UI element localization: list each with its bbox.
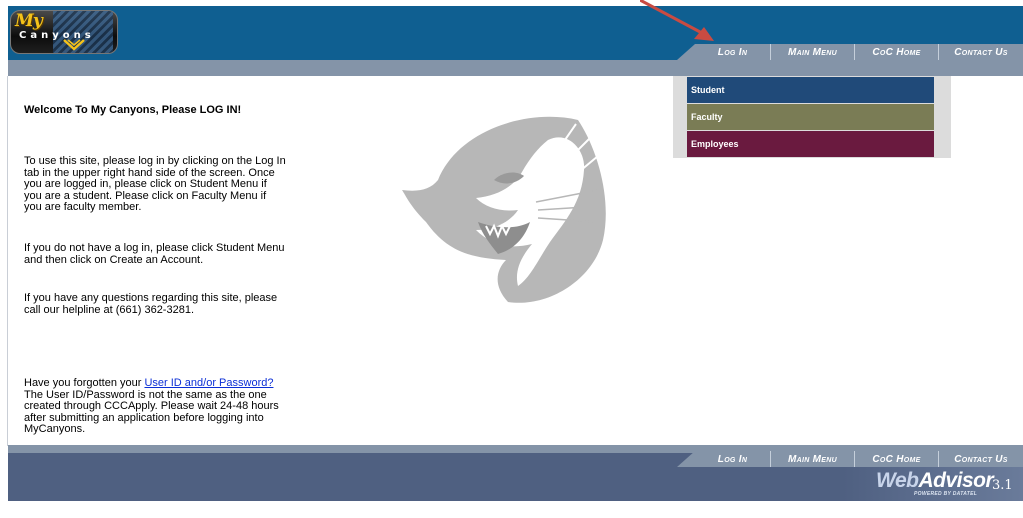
nav-slant-decoration: [677, 451, 695, 467]
no-login-paragraph: If you do not have a log in, please clic…: [24, 242, 285, 266]
annotation-arrow-icon: [640, 0, 714, 41]
welcome-heading: Welcome To My Canyons, Please LOG IN!: [24, 104, 242, 116]
footer-tab-log-in[interactable]: Log In: [695, 451, 770, 467]
page: My Canyons Log In Main Menu CoC Home Con…: [0, 0, 1023, 518]
nav-slant-decoration: [677, 44, 695, 60]
mycanyons-logo[interactable]: My Canyons: [10, 10, 118, 54]
cougar-mascot-watermark: [402, 116, 606, 303]
forgot-credentials-paragraph: Have you forgotten your User ID and/or P…: [24, 377, 286, 436]
forgot-userid-password-link[interactable]: User ID and/or Password?: [144, 377, 273, 389]
webadvisor-web-text: Web: [876, 469, 919, 492]
nav-tab-log-in[interactable]: Log In: [695, 44, 770, 60]
nav-tab-main-menu[interactable]: Main Menu: [770, 44, 854, 60]
bottom-nav: Log In Main Menu CoC Home Contact Us: [677, 451, 1023, 467]
menu-item-student[interactable]: Student: [687, 77, 934, 103]
footer-tab-contact-us[interactable]: Contact Us: [938, 451, 1023, 467]
menu-item-employees[interactable]: Employees: [687, 131, 934, 157]
instructions-paragraph: To use this site, please log in by click…: [24, 155, 286, 214]
side-menu: Student Faculty Employees: [673, 76, 951, 158]
nav-tab-contact-us[interactable]: Contact Us: [938, 44, 1023, 60]
webadvisor-advisor-text: Advisor: [918, 469, 994, 492]
footer-tab-main-menu[interactable]: Main Menu: [770, 451, 854, 467]
page-left-border: [7, 76, 8, 446]
webadvisor-logo: WebAdvisor: [876, 469, 994, 493]
nav-tab-coc-home[interactable]: CoC Home: [854, 44, 938, 60]
logo-my-text: My: [15, 11, 43, 31]
powered-by-text: POWERED BY DATATEL: [914, 491, 978, 497]
forgot-suffix-text: The User ID/Password is not the same as …: [24, 388, 279, 436]
logo-chevron-icon: [63, 39, 85, 51]
header-subbar: [8, 60, 1023, 76]
webadvisor-version: 3.1: [992, 478, 1013, 493]
menu-item-faculty[interactable]: Faculty: [687, 104, 934, 130]
helpline-paragraph: If you have any questions regarding this…: [24, 292, 278, 316]
top-nav: Log In Main Menu CoC Home Contact Us: [677, 44, 1023, 60]
footer-tab-coc-home[interactable]: CoC Home: [854, 451, 938, 467]
forgot-prefix-text: Have you forgotten your: [24, 377, 145, 389]
